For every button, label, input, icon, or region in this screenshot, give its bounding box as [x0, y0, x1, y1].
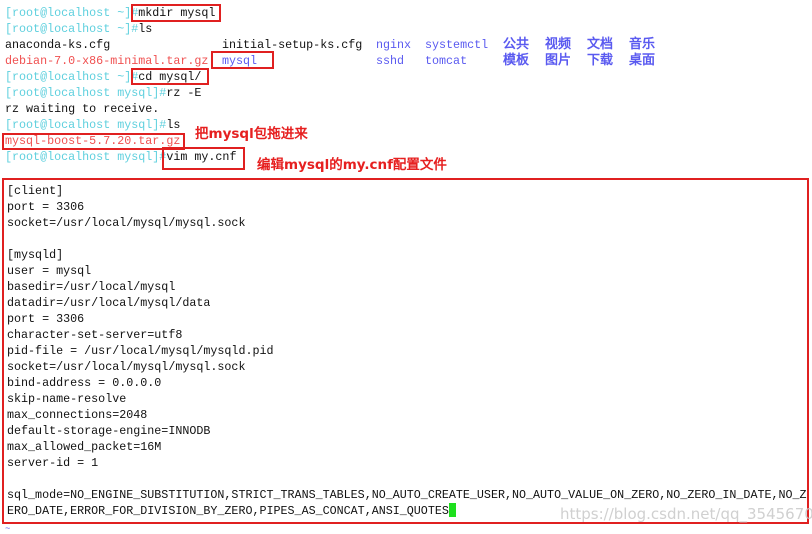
config-line-text: basedir=/usr/local/mysql: [7, 280, 176, 294]
config-line-text: socket=/usr/local/mysql/mysql.sock: [7, 216, 246, 230]
text-cursor: [448, 503, 456, 517]
archive-item: debian-7.0-x86-minimal.tar.gz: [5, 54, 209, 68]
config-line-text: server-id = 1: [7, 456, 99, 470]
config-line-text: [mysqld]: [7, 248, 64, 262]
prompt: [root@localhost ~]#: [5, 6, 139, 20]
dir-item: nginx: [376, 38, 412, 52]
prompt: [root@localhost mysql]#: [5, 150, 167, 164]
dir-item: 桌面: [629, 53, 656, 68]
config-line: socket=/usr/local/mysql/mysql.sock: [7, 359, 245, 375]
config-line: pid-file = /usr/local/mysql/mysqld.pid: [7, 343, 274, 359]
config-line-text: socket=/usr/local/mysql/mysql.sock: [7, 360, 246, 374]
config-line-text: skip-name-resolve: [7, 392, 127, 406]
terminal-line: [root@localhost mysql]#rz -E: [5, 85, 201, 101]
config-line: [mysqld]: [7, 247, 63, 263]
prompt: [root@localhost mysql]#: [5, 86, 167, 100]
dir-item: 视频: [545, 37, 572, 52]
config-line-text: bind-address = 0.0.0.0: [7, 376, 162, 390]
config-line: ERO_DATE,ERROR_FOR_DIVISION_BY_ZERO,PIPE…: [7, 503, 456, 519]
highlight-box: [131, 68, 209, 85]
dir-item: 图片: [545, 53, 572, 68]
config-line-text: sql_mode=NO_ENGINE_SUBSTITUTION,STRICT_T…: [7, 488, 807, 502]
dir-item: 公共: [503, 37, 530, 52]
terminal-output: rz waiting to receive.: [5, 102, 160, 116]
config-line: character-set-server=utf8: [7, 327, 182, 343]
config-line-text: port = 3306: [7, 312, 85, 326]
dir-item: sshd: [376, 54, 405, 68]
config-line-text: datadir=/usr/local/mysql/data: [7, 296, 211, 310]
config-line: basedir=/usr/local/mysql: [7, 279, 175, 295]
config-line: skip-name-resolve: [7, 391, 126, 407]
dir-item: systemctl: [425, 38, 489, 52]
highlight-box: [2, 133, 185, 150]
config-line: datadir=/usr/local/mysql/data: [7, 295, 210, 311]
dir-item: 下载: [587, 53, 614, 68]
terminal-line: [root@localhost mysql]#ls: [5, 117, 180, 133]
prompt: [root@localhost mysql]#: [5, 118, 167, 132]
config-line: max_connections=2048: [7, 407, 147, 423]
config-line-text: max_allowed_packet=16M: [7, 440, 162, 454]
annotation-drag: 把mysql包拖进来: [195, 126, 308, 142]
dir-item: tomcat: [425, 54, 468, 68]
highlight-box: [211, 51, 274, 69]
config-editor[interactable]: [client] port = 3306 socket=/usr/local/mys…: [2, 178, 809, 524]
config-line: server-id = 1: [7, 455, 98, 471]
config-line: port = 3306: [7, 311, 84, 327]
annotation-edit: 编辑mysql的my.cnf配置文件: [257, 157, 447, 173]
dir-item: 音乐: [629, 37, 656, 52]
dir-item: 文档: [587, 37, 614, 52]
highlight-box: [162, 147, 245, 170]
highlight-box: [131, 4, 221, 22]
config-line: socket=/usr/local/mysql/mysql.sock: [7, 215, 245, 231]
config-line-text: ERO_DATE,ERROR_FOR_DIVISION_BY_ZERO,PIPE…: [7, 504, 449, 518]
prompt: [root@localhost ~]#: [5, 22, 139, 36]
dir-item: 模板: [503, 53, 530, 68]
config-line: [client]: [7, 183, 63, 199]
config-line-text: user = mysql: [7, 264, 92, 278]
config-line: port = 3306: [7, 199, 84, 215]
empty-line-tilde: ~: [5, 524, 11, 534]
config-line-text: character-set-server=utf8: [7, 328, 183, 342]
terminal-line: [root@localhost ~]#ls: [5, 21, 152, 37]
file-item: anaconda-ks.cfg: [5, 38, 111, 52]
config-line-text: [client]: [7, 184, 64, 198]
command: rz -E: [166, 86, 202, 100]
config-line: sql_mode=NO_ENGINE_SUBSTITUTION,STRICT_T…: [7, 487, 807, 503]
config-line-text: max_connections=2048: [7, 408, 148, 422]
config-line-text: default-storage-engine=INNODB: [7, 424, 211, 438]
config-line: default-storage-engine=INNODB: [7, 423, 210, 439]
command: ls: [166, 118, 181, 132]
config-line-text: pid-file = /usr/local/mysql/mysqld.pid: [7, 344, 274, 358]
command: ls: [138, 22, 153, 36]
config-line-text: port = 3306: [7, 200, 85, 214]
config-line: user = mysql: [7, 263, 91, 279]
prompt: [root@localhost ~]#: [5, 70, 139, 84]
config-line: bind-address = 0.0.0.0: [7, 375, 161, 391]
watermark: https://blog.csdn.net/qq_35456705: [560, 505, 812, 523]
config-line: max_allowed_packet=16M: [7, 439, 161, 455]
